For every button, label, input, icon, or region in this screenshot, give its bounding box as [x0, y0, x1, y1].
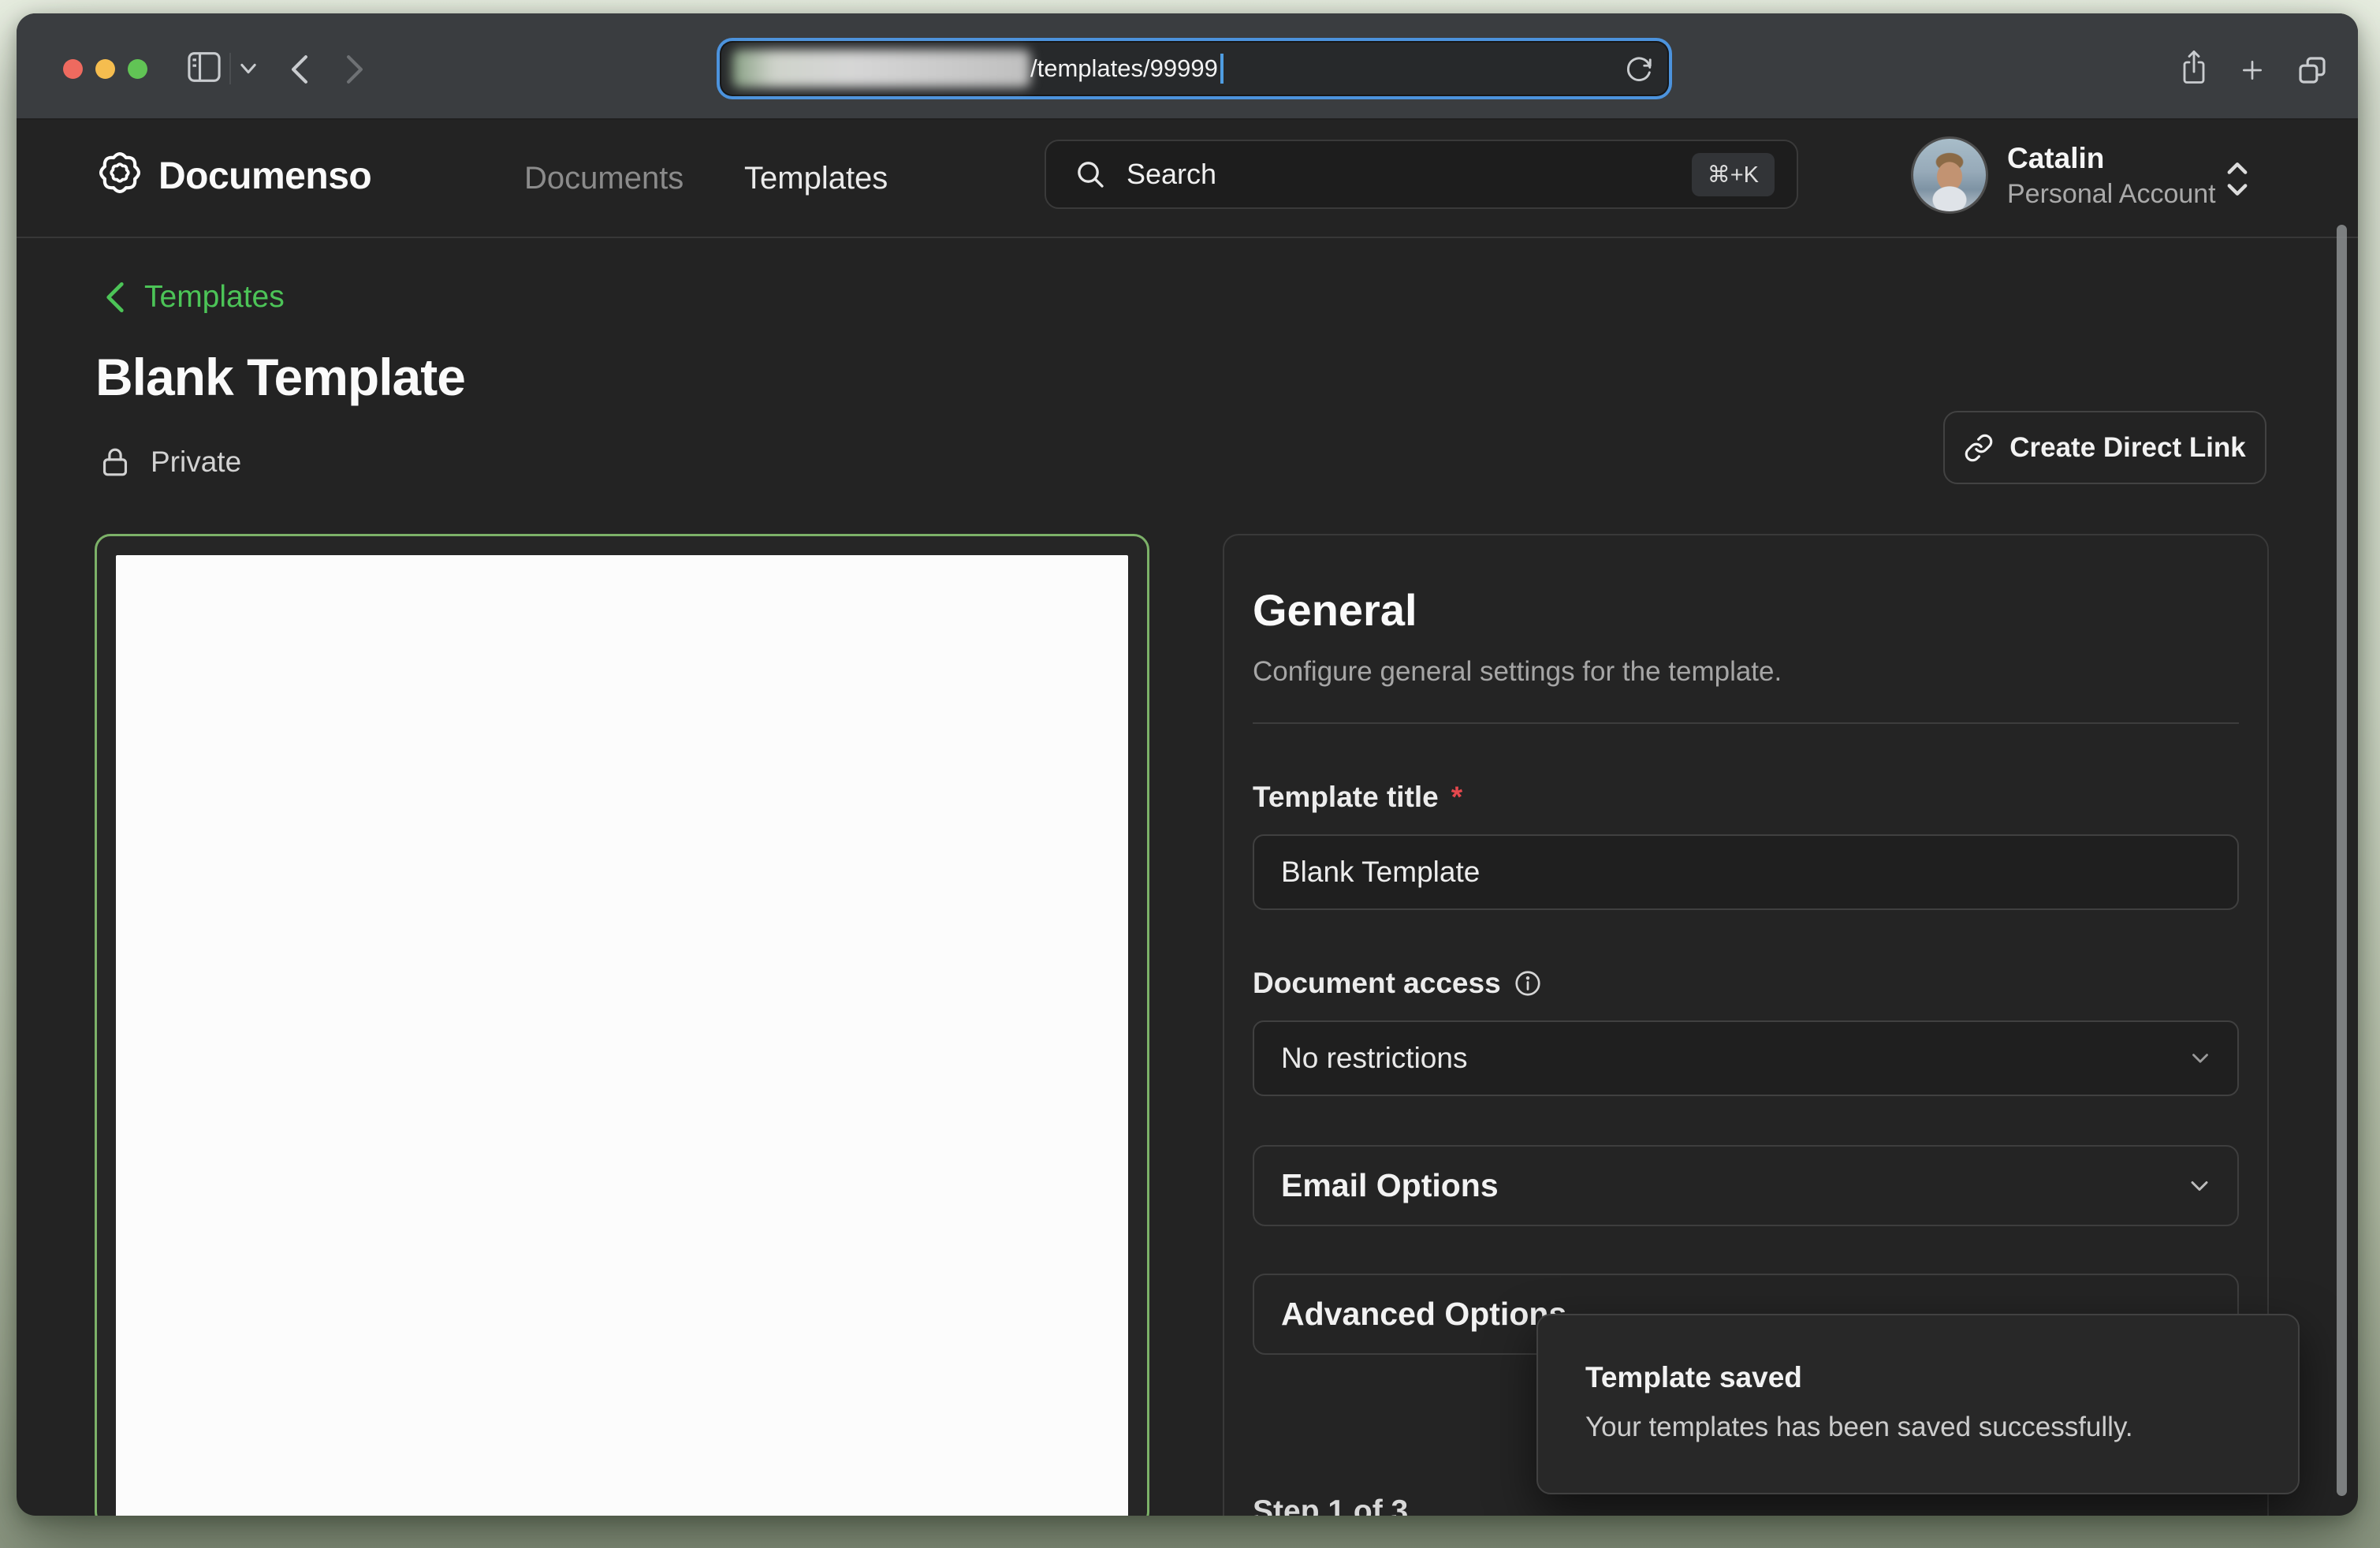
chevron-down-icon [2185, 1172, 2214, 1200]
avatar [1911, 136, 1988, 214]
toast-message: Your templates has been saved successful… [1585, 1412, 2133, 1443]
document-page [116, 555, 1128, 1516]
scrollbar-thumb[interactable] [2337, 225, 2347, 1496]
app-header: Documenso Documents Templates Search ⌘+K… [17, 120, 2358, 238]
lock-icon [100, 446, 130, 479]
chevron-down-icon[interactable] [237, 61, 259, 76]
card-subtitle: Configure general settings for the templ… [1253, 656, 2239, 688]
close-window-button[interactable] [63, 59, 83, 79]
template-title-label: Template title * [1253, 781, 2239, 814]
toast-title: Template saved [1585, 1361, 1802, 1394]
search-shortcut-badge: ⌘+K [1692, 153, 1775, 196]
card-title: General [1253, 584, 2239, 636]
document-preview-card [95, 534, 1149, 1516]
back-button-icon[interactable] [288, 54, 311, 84]
document-access-value: No restrictions [1281, 1042, 1467, 1075]
chevron-down-icon [2187, 1045, 2214, 1072]
documenso-logo-icon[interactable] [94, 147, 146, 203]
step-indicator: Step 1 of 3 [1253, 1494, 1408, 1516]
document-access-label: Document access [1253, 967, 2239, 1000]
minimize-window-button[interactable] [95, 59, 115, 79]
account-name: Catalin [2007, 142, 2104, 175]
required-asterisk: * [1451, 781, 1462, 814]
link-icon [1964, 433, 1994, 463]
address-bar[interactable]: /templates/99999 [721, 43, 1667, 95]
blurred-url-prefix [732, 50, 1030, 88]
nav-item-documents[interactable]: Documents [524, 161, 683, 196]
new-tab-icon[interactable] [2240, 58, 2265, 83]
advanced-options-label: Advanced Options [1281, 1296, 1566, 1333]
create-direct-link-button[interactable]: Create Direct Link [1943, 411, 2266, 484]
page-title: Blank Template [95, 347, 465, 407]
zoom-window-button[interactable] [128, 59, 147, 79]
forward-button-icon[interactable] [343, 54, 367, 84]
breadcrumb[interactable]: Templates [103, 280, 285, 315]
divider [1253, 722, 2239, 724]
nav-item-templates[interactable]: Templates [744, 161, 888, 196]
share-icon[interactable] [2180, 48, 2208, 86]
chevron-left-icon [103, 282, 127, 313]
desktop-background: /templates/99999 [0, 0, 2380, 1548]
browser-window: /templates/99999 [17, 13, 2358, 1516]
account-type: Personal Account [2007, 179, 2216, 210]
breadcrumb-label: Templates [144, 280, 285, 315]
chevrons-up-down-icon [2224, 157, 2251, 205]
visibility-row: Private [100, 446, 241, 479]
visibility-label: Private [151, 446, 241, 479]
info-icon[interactable] [1514, 969, 1542, 998]
sidebar-toggle-icon[interactable] [187, 51, 222, 83]
search-placeholder: Search [1127, 158, 1216, 191]
titlebar-separator [229, 53, 231, 84]
url-text: /templates/99999 [1030, 43, 1224, 95]
reload-icon[interactable] [1625, 54, 1653, 87]
text-caret [1220, 54, 1224, 84]
search-input[interactable]: Search ⌘+K [1045, 140, 1798, 209]
create-direct-link-label: Create Direct Link [2009, 432, 2246, 464]
toast-notification: Template saved Your templates has been s… [1536, 1314, 2300, 1494]
document-access-select[interactable]: No restrictions [1253, 1020, 2239, 1096]
email-options-label: Email Options [1281, 1167, 1499, 1204]
tab-overview-icon[interactable] [2296, 54, 2328, 86]
brand-name: Documenso [158, 155, 371, 198]
search-icon [1075, 159, 1106, 190]
account-menu[interactable]: Catalin Personal Account [1902, 129, 2281, 229]
template-title-input[interactable] [1253, 834, 2239, 910]
email-options-accordion[interactable]: Email Options [1253, 1145, 2239, 1226]
browser-titlebar: /templates/99999 [17, 13, 2358, 120]
